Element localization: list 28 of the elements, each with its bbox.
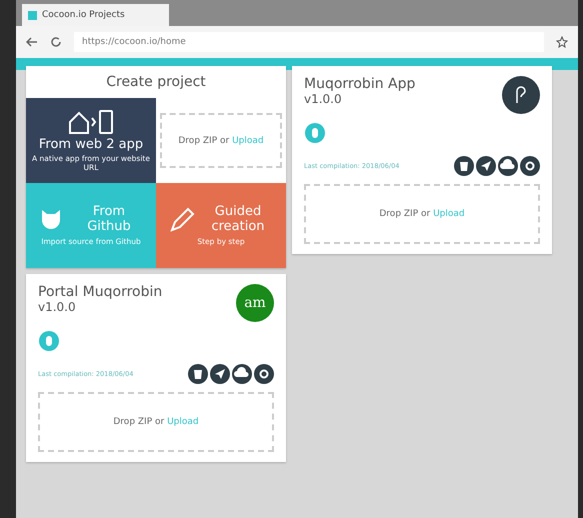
project-name: Muqorrobin App (304, 76, 416, 92)
project-name: Portal Muqorrobin (38, 284, 162, 300)
cloud-icon[interactable] (232, 364, 252, 384)
pen-icon (169, 207, 195, 233)
star-icon[interactable] (556, 36, 568, 48)
send-icon[interactable] (476, 156, 496, 176)
cloud-icon[interactable] (498, 156, 518, 176)
project-version: v1.0.0 (38, 300, 77, 314)
browser-tab[interactable]: Cocoon.io Projects (22, 4, 169, 26)
trash-icon[interactable] (188, 364, 208, 384)
home-to-phone-icon (66, 109, 116, 135)
settings-icon[interactable] (254, 364, 274, 384)
drop-zone[interactable]: Drop ZIP or Upload (160, 113, 282, 168)
tab-title: Cocoon.io Projects (42, 10, 125, 20)
address-field[interactable]: https://cocoon.io/home (74, 32, 544, 52)
android-badge-icon (304, 122, 326, 144)
settings-icon[interactable] (520, 156, 540, 176)
card-title: Create project (105, 73, 207, 92)
send-icon[interactable] (210, 364, 230, 384)
project-version: v1.0.0 (304, 92, 343, 106)
drop-zone[interactable]: Drop ZIP or Upload (38, 392, 274, 452)
trash-icon[interactable] (454, 156, 474, 176)
android-badge-icon (38, 330, 60, 352)
project-avatar: am (236, 284, 274, 322)
drop-zone[interactable]: Drop ZIP or Upload (304, 184, 540, 244)
tab-favicon-icon (28, 10, 37, 20)
back-icon[interactable] (26, 37, 38, 47)
refresh-icon[interactable] (50, 36, 62, 48)
